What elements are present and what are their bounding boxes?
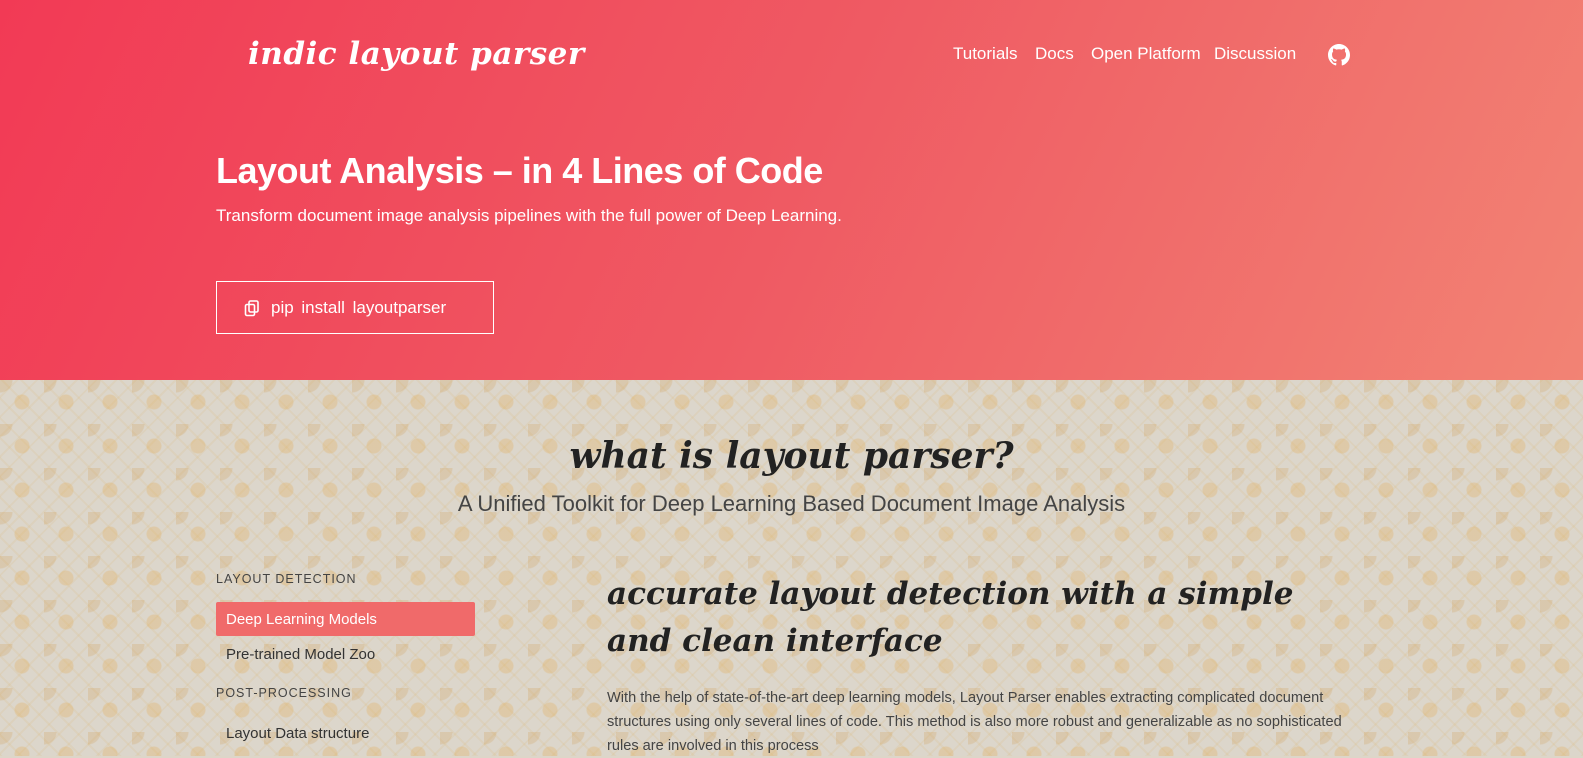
sidebar-heading-post-processing: POST-PROCESSING (216, 686, 352, 700)
nav-open-platform[interactable]: Open Platform (1091, 44, 1201, 64)
section-title: what is layout parser? (569, 435, 1014, 477)
nav-discussion[interactable]: Discussion (1214, 44, 1296, 64)
sidebar-item-pretrained-model-zoo[interactable]: Pre-trained Model Zoo (216, 637, 475, 671)
copy-icon (244, 299, 259, 316)
feature-description: With the help of state-of-the-art deep l… (607, 690, 1342, 754)
hero-banner: indic layout parser Tutorials Docs Open … (0, 0, 1583, 380)
nav-docs[interactable]: Docs (1035, 44, 1074, 64)
hero-subtitle: Transform document image analysis pipeli… (216, 206, 842, 225)
hero-title: Layout Analysis – in 4 Lines of Code (216, 150, 823, 191)
sidebar-item-layout-data-structure[interactable]: Layout Data structure (216, 716, 475, 750)
pip-install-label: pip install layoutparser (271, 297, 447, 317)
nav-tutorials[interactable]: Tutorials (953, 44, 1018, 64)
pip-install-button[interactable]: pip install layoutparser (216, 281, 494, 334)
sidebar-heading-layout-detection: LAYOUT DETECTION (216, 572, 357, 586)
sidebar-item-label: Pre-trained Model Zoo (226, 645, 376, 663)
sidebar-item-label: Deep Learning Models (226, 610, 377, 628)
sidebar-item-label: Layout Data structure (226, 724, 370, 742)
section-subtitle: A Unified Toolkit for Deep Learning Base… (457, 491, 1126, 516)
feature-title: accurate layout detection with a simple … (607, 576, 1294, 659)
github-icon[interactable] (1328, 44, 1350, 66)
sidebar-item-deep-learning-models[interactable]: Deep Learning Models (216, 602, 475, 636)
